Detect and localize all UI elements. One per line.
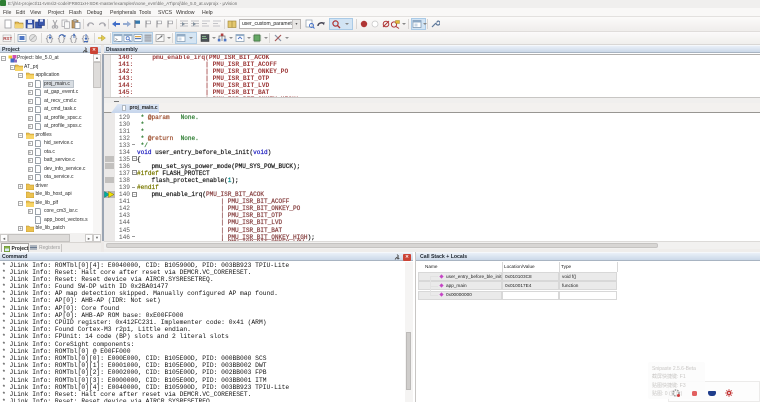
svg-text:>_: >_ (115, 37, 121, 43)
svg-text:RST: RST (3, 36, 12, 41)
svg-text:{}: {} (69, 36, 78, 43)
